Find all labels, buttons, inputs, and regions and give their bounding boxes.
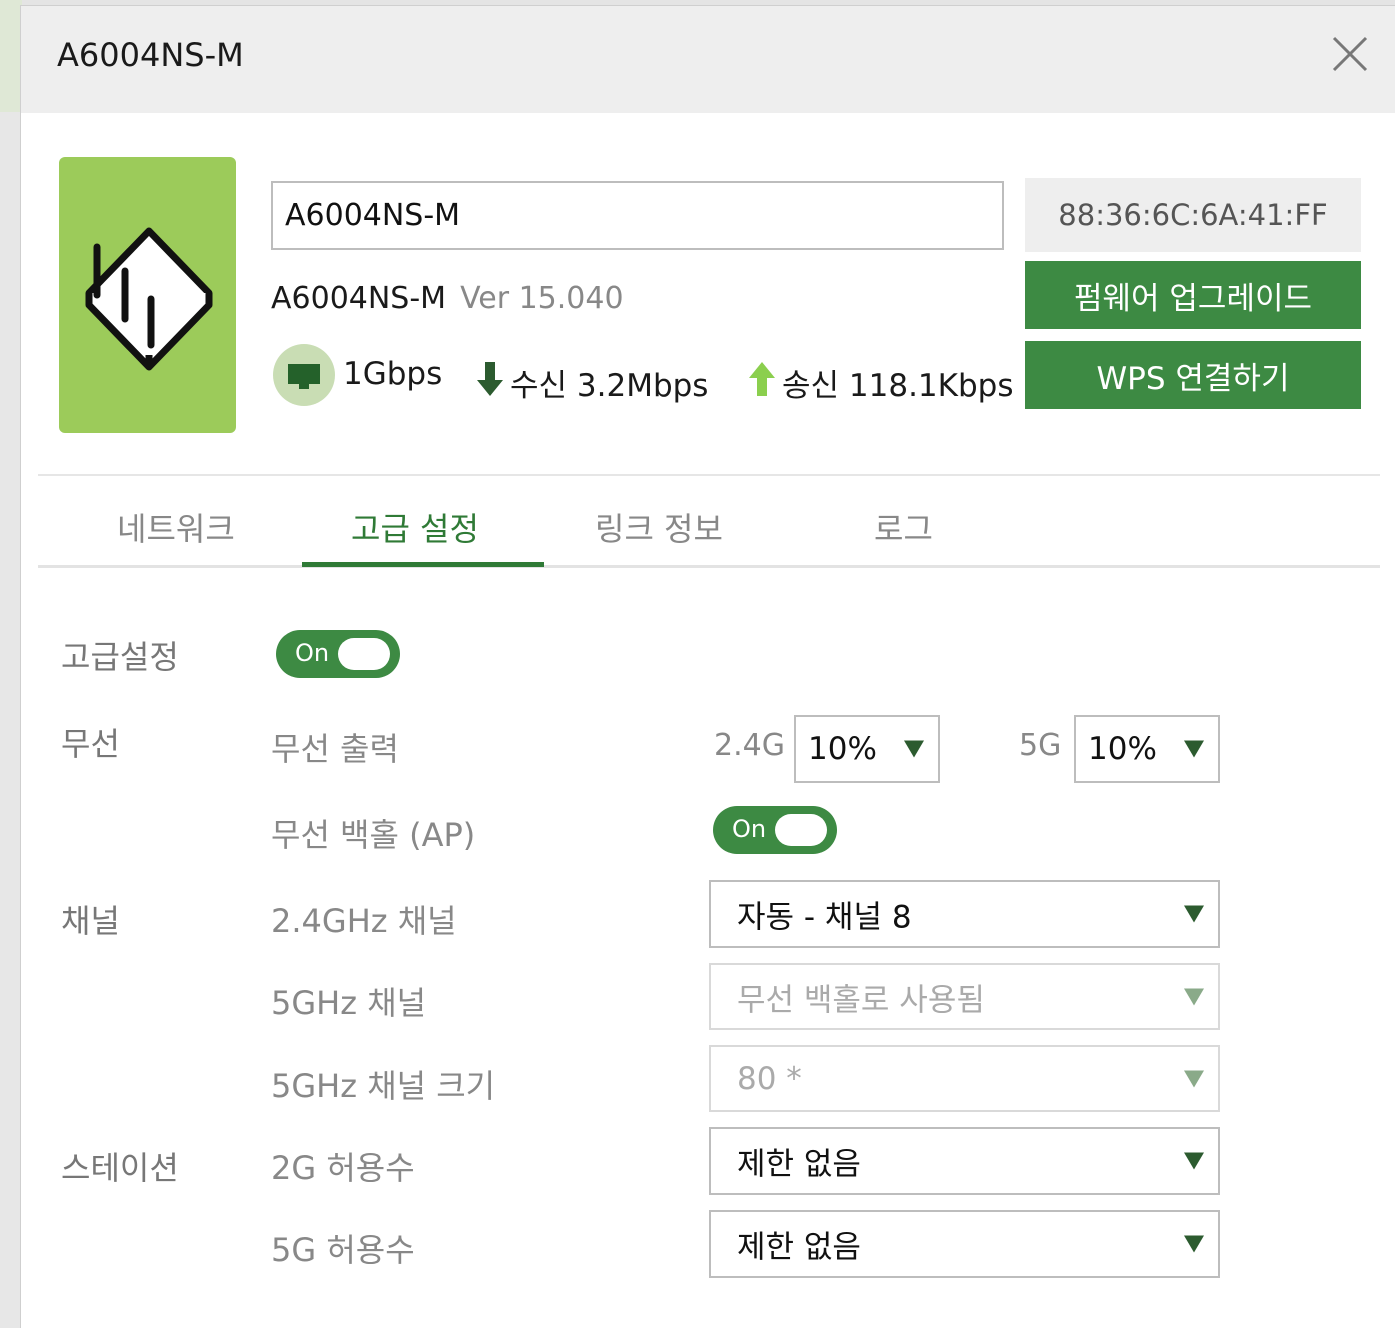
- output-24g-select[interactable]: 10%: [794, 715, 940, 783]
- advanced-settings-toggle[interactable]: On: [276, 630, 400, 678]
- tab-network[interactable]: 네트워크: [117, 504, 235, 550]
- channel-5ghz-width-label: 5GHz 채널 크기: [271, 1067, 496, 1105]
- wireless-section-label: 무선: [61, 725, 120, 763]
- firmware-upgrade-button[interactable]: 펌웨어 업그레이드: [1025, 261, 1361, 329]
- device-name-input[interactable]: [271, 181, 1004, 250]
- active-tab-indicator: [302, 562, 544, 567]
- station-2g-limit-value: 제한 없음: [737, 1146, 861, 1183]
- channel-5ghz-width-value: 80 *: [737, 1060, 802, 1097]
- wps-connect-button[interactable]: WPS 연결하기: [1025, 341, 1361, 409]
- device-settings-dialog: A6004NS-M A6004NS-M Ver 15.040 88:36:6C:6…: [20, 5, 1395, 1328]
- channel-5ghz-width-select: 80 *: [709, 1045, 1220, 1112]
- toggle-knob: [338, 638, 390, 670]
- wireless-output-label: 무선 출력: [271, 730, 399, 768]
- output-5g-value: 10%: [1088, 731, 1157, 767]
- ethernet-icon: [273, 344, 335, 406]
- traffic-stats: 1Gbps 수신 3.2Mbps 송신 118.1Kbps: [271, 326, 1031, 410]
- wireless-backhaul-toggle[interactable]: On: [713, 806, 837, 854]
- dropdown-arrow-icon: [1184, 988, 1204, 1005]
- channel-5ghz-select: 무선 백홀로 사용됨: [709, 963, 1220, 1030]
- station-5g-limit-label: 5G 허용수: [271, 1231, 415, 1269]
- dropdown-arrow-icon: [1184, 1070, 1204, 1087]
- router-icon: [85, 227, 213, 371]
- model-name: A6004NS-M: [271, 281, 447, 316]
- mac-address: 88:36:6C:6A:41:FF: [1025, 178, 1361, 252]
- output-5g-select[interactable]: 10%: [1074, 715, 1220, 783]
- settings-tabs: 네트워크 고급 설정 링크 정보 로그: [38, 476, 1380, 568]
- model-version-line: A6004NS-M Ver 15.040: [271, 281, 624, 316]
- firmware-version: Ver 15.040: [460, 281, 624, 316]
- dropdown-arrow-icon: [1184, 740, 1204, 758]
- toggle-state: On: [295, 639, 330, 667]
- dropdown-arrow-icon: [1184, 1152, 1204, 1170]
- download-rate: 수신 3.2Mbps: [510, 368, 709, 404]
- toggle-knob: [775, 814, 827, 846]
- dropdown-arrow-icon: [1184, 1235, 1204, 1253]
- dialog-title: A6004NS-M: [57, 36, 244, 74]
- toggle-state: On: [732, 815, 767, 843]
- download-arrow-icon: [477, 362, 503, 396]
- upload-rate: 송신 118.1Kbps: [782, 368, 1014, 404]
- background-window-strip: [0, 0, 22, 1328]
- channel-24ghz-select[interactable]: 자동 - 채널 8: [709, 880, 1220, 948]
- close-icon: [1332, 36, 1368, 72]
- station-2g-limit-select[interactable]: 제한 없음: [709, 1127, 1220, 1195]
- band-5g-label: 5G: [1019, 728, 1062, 763]
- channel-24ghz-value: 자동 - 채널 8: [737, 899, 912, 936]
- channel-5ghz-value: 무선 백홀로 사용됨: [737, 982, 985, 1018]
- dropdown-arrow-icon: [1184, 905, 1204, 923]
- output-24g-value: 10%: [808, 731, 877, 767]
- channel-section-label: 채널: [61, 902, 120, 940]
- dialog-header: A6004NS-M: [21, 6, 1395, 113]
- tab-advanced-settings[interactable]: 고급 설정: [351, 504, 479, 550]
- station-5g-limit-value: 제한 없음: [737, 1229, 861, 1266]
- station-2g-limit-label: 2G 허용수: [271, 1149, 415, 1187]
- background-window-header: [0, 0, 22, 112]
- channel-24ghz-label: 2.4GHz 채널: [271, 902, 457, 940]
- link-speed: 1Gbps: [343, 356, 443, 392]
- tab-log[interactable]: 로그: [874, 504, 933, 550]
- channel-5ghz-label: 5GHz 채널: [271, 984, 427, 1022]
- wireless-backhaul-label: 무선 백홀 (AP): [271, 816, 476, 854]
- close-button[interactable]: [1330, 34, 1370, 74]
- station-section-label: 스테이션: [61, 1149, 179, 1187]
- upload-arrow-icon: [749, 362, 775, 396]
- device-image: [59, 157, 236, 433]
- band-24g-label: 2.4G: [714, 728, 785, 763]
- dropdown-arrow-icon: [904, 740, 924, 758]
- tab-link-info[interactable]: 링크 정보: [595, 504, 723, 550]
- station-5g-limit-select[interactable]: 제한 없음: [709, 1210, 1220, 1278]
- advanced-settings-label: 고급설정: [61, 638, 179, 676]
